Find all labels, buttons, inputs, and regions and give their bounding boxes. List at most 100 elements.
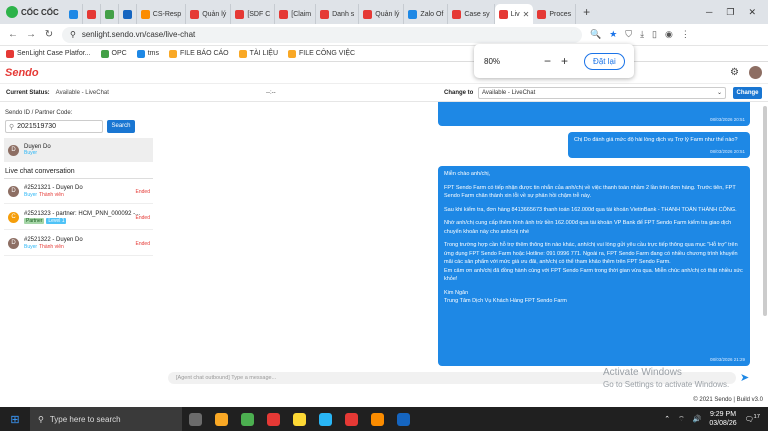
bookmark-item[interactable]: TÀI LIỆU xyxy=(238,49,278,58)
coccoc-icon xyxy=(6,6,18,18)
change-button[interactable]: Change xyxy=(733,87,762,99)
activate-windows-title: Activate Windows xyxy=(603,367,682,378)
menu-icon[interactable]: ⋮ xyxy=(681,29,690,40)
tab-favicon-icon xyxy=(140,9,150,19)
found-user-card[interactable]: D Duyen Do Buyer xyxy=(4,138,153,162)
bookmark-item[interactable]: tms xyxy=(136,49,159,58)
star-icon[interactable]: ★ xyxy=(609,29,617,40)
reload-icon[interactable]: ↻ xyxy=(44,29,54,40)
tab-label: [SDF C xyxy=(247,10,271,18)
browser-tab[interactable]: Case sy xyxy=(448,4,495,24)
tab-label: Zalo Of xyxy=(420,10,444,18)
sidebar-icon[interactable]: ▯ xyxy=(652,29,657,40)
download-icon[interactable]: ⤓ xyxy=(640,29,644,40)
address-bar: ← → ↻ ⚲ senlight.sendo.vn/case/live-chat… xyxy=(0,24,768,46)
search-button[interactable]: Search xyxy=(107,120,135,133)
back-icon[interactable]: ← xyxy=(8,29,18,40)
app-glyph-icon xyxy=(188,412,202,426)
tab-favicon-icon xyxy=(86,9,96,19)
avatar: C xyxy=(8,212,19,223)
close-window-icon[interactable]: ✕ xyxy=(748,7,756,18)
chevron-up-icon[interactable]: ⌃ xyxy=(664,415,670,423)
conversation-item[interactable]: D #2521321 - Duyen Do Buyer Thành viên E… xyxy=(4,180,153,204)
sendo-logo[interactable]: Sendo xyxy=(5,67,39,79)
taskbar-app-icon[interactable] xyxy=(286,407,312,431)
user-avatar[interactable] xyxy=(749,66,762,79)
conversation-item[interactable]: C #2521323 - partner: HCM_PNN_000092 -..… xyxy=(4,206,153,230)
volume-icon[interactable]: 🔊 xyxy=(693,415,702,423)
browser-tab[interactable]: Quản lý xyxy=(359,4,405,24)
network-icon[interactable]: ⌔ xyxy=(678,415,685,424)
bookmark-item[interactable]: OPC xyxy=(100,49,127,58)
close-tab-icon[interactable]: ✕ xyxy=(523,10,530,19)
url-field[interactable]: ⚲ senlight.sendo.vn/case/live-chat xyxy=(62,26,582,43)
browser-tab[interactable]: CS-Resp xyxy=(137,4,187,24)
browser-tab[interactable]: Quản lý xyxy=(186,4,232,24)
zoom-reset-button[interactable]: Đặt lại xyxy=(584,52,625,70)
chat-scrollbar[interactable] xyxy=(763,106,767,316)
change-to-label: Change to xyxy=(444,89,474,96)
status-select[interactable]: Available - LiveChat ⌄ xyxy=(478,87,726,99)
app-footer: © 2021 Sendo | Build v3.0 xyxy=(693,397,763,403)
taskbar-search[interactable]: ⚲ Type here to search xyxy=(30,407,182,431)
bookmark-item[interactable]: FILE CÔNG VIỆC xyxy=(288,49,355,58)
taskbar-app-icon[interactable] xyxy=(182,407,208,431)
message-line: Em cảm ơn anh/chị đã đồng hành cùng với … xyxy=(444,267,743,283)
gear-icon[interactable]: ⚙ xyxy=(730,67,739,78)
browser-logo[interactable]: CỐC CỐC xyxy=(0,0,65,24)
taskbar-app-icon[interactable] xyxy=(234,407,260,431)
minimize-icon[interactable]: ─ xyxy=(706,7,712,18)
clock-date: 03/08/26 xyxy=(709,420,737,427)
conversation-item[interactable]: D #2521322 - Duyen Do Buyer Thành viên E… xyxy=(4,232,153,256)
maximize-icon[interactable]: ❐ xyxy=(726,7,734,18)
zoom-out-button[interactable]: − xyxy=(544,54,551,68)
tab-favicon-icon xyxy=(498,9,508,19)
bookmark-item[interactable]: SenLight Case Platfor... xyxy=(6,49,91,58)
browser-tab[interactable] xyxy=(65,4,83,24)
taskbar-app-icon[interactable] xyxy=(312,407,338,431)
browser-tab[interactable] xyxy=(101,4,119,24)
bookmark-item[interactable]: FILE BÁO CÁO xyxy=(169,49,229,58)
taskbar-search-text: Type here to search xyxy=(49,414,121,424)
browser-tab[interactable]: [Claim xyxy=(275,4,317,24)
app-glyph-icon xyxy=(292,412,306,426)
role-badge: Buyer xyxy=(24,192,38,198)
browser-tab[interactable]: Danh s xyxy=(316,4,360,24)
zoom-icon[interactable]: 🔍 xyxy=(590,29,601,40)
zoom-level: 80% xyxy=(484,56,501,66)
site-info-icon[interactable]: ⚲ xyxy=(70,30,76,39)
windows-start-icon[interactable]: ⊞ xyxy=(0,407,30,431)
bookmark-icon xyxy=(288,49,297,58)
notification-count: 17 xyxy=(753,414,760,421)
message-line: Miễn chào anh/chị, xyxy=(444,171,491,177)
clock[interactable]: 9:29 PM 03/08/26 xyxy=(709,410,736,428)
status-badge: Ended xyxy=(135,241,150,247)
extension-icon[interactable]: ⛉ xyxy=(625,29,632,40)
message-body: Miễn chào anh/chị, FPT Sendo Farm có tiếp… xyxy=(444,170,744,306)
taskbar-app-icon[interactable] xyxy=(208,407,234,431)
taskbar-app-icon[interactable] xyxy=(338,407,364,431)
send-icon[interactable]: ➤ xyxy=(740,371,749,384)
message-line: Kim Ngân xyxy=(444,289,469,296)
profile-icon[interactable]: ◉ xyxy=(665,29,673,40)
taskbar-app-icon[interactable] xyxy=(390,407,416,431)
message-time: 08/03/2026 20:51 xyxy=(709,148,745,154)
browser-tab[interactable]: Zalo Of xyxy=(404,4,449,24)
notification-icon[interactable]: 🗨17 xyxy=(745,414,760,423)
browser-tab[interactable] xyxy=(83,4,101,24)
browser-tab[interactable]: [SDF C xyxy=(231,4,276,24)
zoom-in-button[interactable]: + xyxy=(561,54,568,68)
forward-icon[interactable]: → xyxy=(26,29,36,40)
bookmark-label: SenLight Case Platfor... xyxy=(17,50,91,57)
browser-tab[interactable]: Proces xyxy=(533,4,577,24)
new-tab-button[interactable]: + xyxy=(576,5,597,19)
taskbar-app-icon[interactable] xyxy=(364,407,390,431)
sendo-id-input[interactable]: ⚲ 2021519730 xyxy=(5,120,103,133)
browser-tab[interactable] xyxy=(119,4,137,24)
tab-label: CS-Resp xyxy=(152,10,182,18)
message-bubble: 08/03/2026 20:51 xyxy=(438,102,750,126)
system-tray: ⌃ ⌔ 🔊 9:29 PM 03/08/26 🗨17 xyxy=(664,410,768,428)
taskbar-app-icon[interactable] xyxy=(260,407,286,431)
member-badge: Thành viên xyxy=(39,192,64,198)
browser-tab[interactable]: Liv ✕ xyxy=(494,4,534,24)
